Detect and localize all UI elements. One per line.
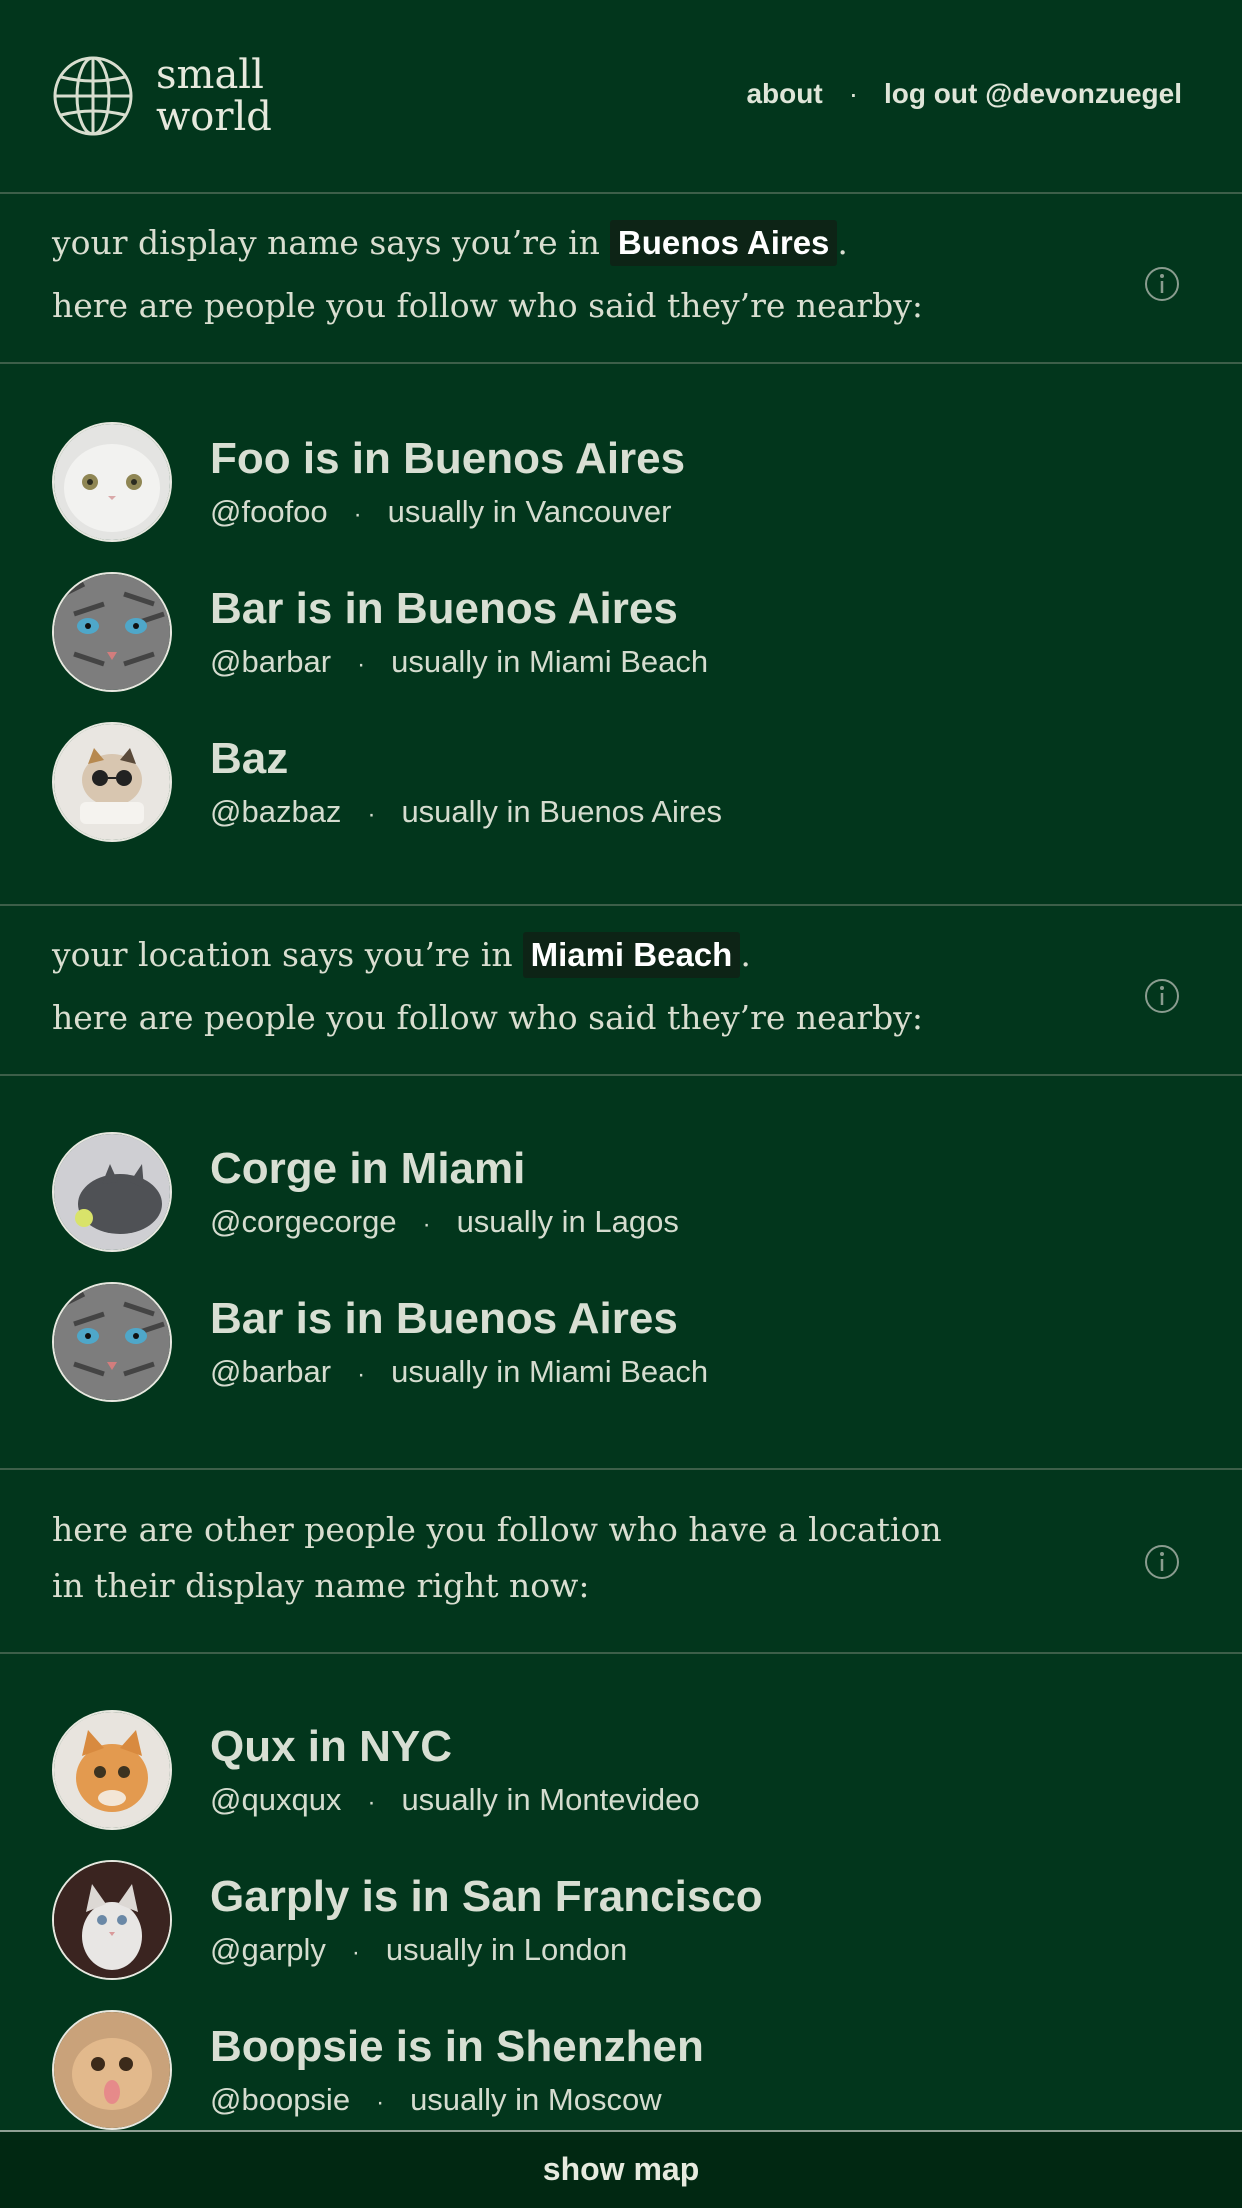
person-handle[interactable]: @boopsie (210, 2082, 350, 2117)
person-name: Qux in NYC (210, 1722, 453, 1771)
person-row[interactable]: Garply is in San Francisco @garply · usual… (52, 1860, 1152, 1980)
person-usual-location: usually in Montevideo (401, 1782, 700, 1817)
separator: · (367, 801, 376, 828)
person-usual-location: usually in Miami Beach (391, 644, 709, 679)
avatar (52, 1710, 172, 1830)
person-handle[interactable]: @bazbaz (210, 794, 341, 829)
location-intro: your location says you’re in Miami Beach.… (0, 906, 1242, 1076)
person-name: Baz (210, 734, 289, 783)
person-usual-location: usually in Vancouver (387, 494, 672, 529)
intro-period: . (837, 223, 848, 262)
avatar (52, 1860, 172, 1980)
person-name: Garply is in San Francisco (210, 1872, 763, 1921)
intro-line2: in their display name right now: (52, 1566, 590, 1605)
person-row[interactable]: Bar is in Buenos Aires @barbar · usually i… (52, 572, 1152, 692)
intro-line2: here are people you follow who said they… (52, 286, 924, 325)
avatar (52, 1132, 172, 1252)
person-details: @corgecorge · usually in Lagos (210, 1204, 679, 1240)
globe-icon (53, 56, 133, 136)
separator: · (367, 1789, 376, 1816)
person-details: @barbar · usually in Miami Beach (210, 644, 708, 680)
person-handle[interactable]: @foofoo (210, 494, 328, 529)
person-handle[interactable]: @corgecorge (210, 1204, 397, 1239)
separator: · (351, 1939, 360, 1966)
separator: · (422, 1211, 431, 1238)
person-row[interactable]: Qux in NYC @quxqux · usually in Montevideo (52, 1710, 1152, 1830)
separator: · (376, 2089, 385, 2116)
person-handle[interactable]: @garply (210, 1932, 326, 1967)
person-name: Bar is in Buenos Aires (210, 584, 678, 633)
person-name: Corge in Miami (210, 1144, 526, 1193)
top-nav: about · log out @devonzuegel (746, 78, 1182, 110)
about-link[interactable]: about (746, 78, 822, 110)
person-details: @barbar · usually in Miami Beach (210, 1354, 708, 1390)
person-handle[interactable]: @barbar (210, 644, 331, 679)
person-details: @boopsie · usually in Moscow (210, 2082, 662, 2118)
separator: · (353, 501, 362, 528)
person-details: @foofoo · usually in Vancouver (210, 494, 671, 530)
avatar (52, 722, 172, 842)
person-usual-location: usually in London (385, 1932, 628, 1967)
info-icon[interactable] (1144, 1544, 1180, 1580)
person-name: Boopsie is in Shenzhen (210, 2022, 704, 2071)
logo-line1: small (156, 52, 264, 98)
avatar (52, 2010, 172, 2130)
show-map-button[interactable]: show map (0, 2130, 1242, 2208)
intro-line2: here are people you follow who said they… (52, 998, 924, 1037)
location-pill: Miami Beach (522, 932, 741, 978)
intro-period: . (740, 935, 751, 974)
person-row[interactable]: Corge in Miami @corgecorge · usually in La… (52, 1132, 1152, 1252)
person-details: @bazbaz · usually in Buenos Aires (210, 794, 722, 830)
intro-text: your location says you’re in (52, 935, 513, 974)
person-row[interactable]: Bar is in Buenos Aires @barbar · usually i… (52, 1282, 1152, 1402)
intro-line1: your location says you’re in Miami Beach. (52, 932, 751, 978)
person-details: @garply · usually in London (210, 1932, 627, 1968)
person-usual-location: usually in Lagos (456, 1204, 679, 1239)
person-name: Bar is in Buenos Aires (210, 1294, 678, 1343)
nav-separator: · (848, 78, 859, 109)
display-name-intro: your display name says you’re in Buenos A… (0, 194, 1242, 364)
person-name: Foo is in Buenos Aires (210, 434, 686, 483)
person-usual-location: usually in Buenos Aires (401, 794, 722, 829)
logo[interactable]: small world (52, 54, 272, 138)
separator: · (357, 1361, 366, 1388)
person-row[interactable]: Baz @bazbaz · usually in Buenos Aires (52, 722, 1152, 842)
logo-line2: world (156, 94, 272, 140)
info-icon[interactable] (1144, 978, 1180, 1014)
nearby-list-display-name: Foo is in Buenos Aires @foofoo · usually i… (0, 364, 1242, 906)
others-intro: here are other people you follow who hav… (0, 1470, 1242, 1654)
avatar (52, 422, 172, 542)
person-usual-location: usually in Moscow (410, 2082, 662, 2117)
person-handle[interactable]: @barbar (210, 1354, 331, 1389)
logo-text: small world (156, 54, 272, 138)
person-usual-location: usually in Miami Beach (391, 1354, 709, 1389)
location-pill: Buenos Aires (609, 220, 838, 266)
app-header: small world about · log out @devonzuegel (0, 0, 1242, 194)
info-icon[interactable] (1144, 266, 1180, 302)
person-row[interactable]: Foo is in Buenos Aires @foofoo · usually i… (52, 422, 1152, 542)
person-handle[interactable]: @quxqux (210, 1782, 341, 1817)
avatar (52, 1282, 172, 1402)
intro-line1: your display name says you’re in Buenos A… (52, 220, 848, 266)
avatar (52, 572, 172, 692)
person-details: @quxqux · usually in Montevideo (210, 1782, 700, 1818)
logout-link[interactable]: log out @devonzuegel (884, 78, 1182, 110)
others-list: Qux in NYC @quxqux · usually in Montevideo… (0, 1654, 1242, 2134)
nearby-list-location: Corge in Miami @corgecorge · usually in La… (0, 1076, 1242, 1470)
separator: · (357, 651, 366, 678)
intro-text: your display name says you’re in (52, 223, 600, 262)
intro-line1: here are other people you follow who hav… (52, 1510, 942, 1549)
person-row[interactable]: Boopsie is in Shenzhen @boopsie · usually … (52, 2010, 1152, 2130)
